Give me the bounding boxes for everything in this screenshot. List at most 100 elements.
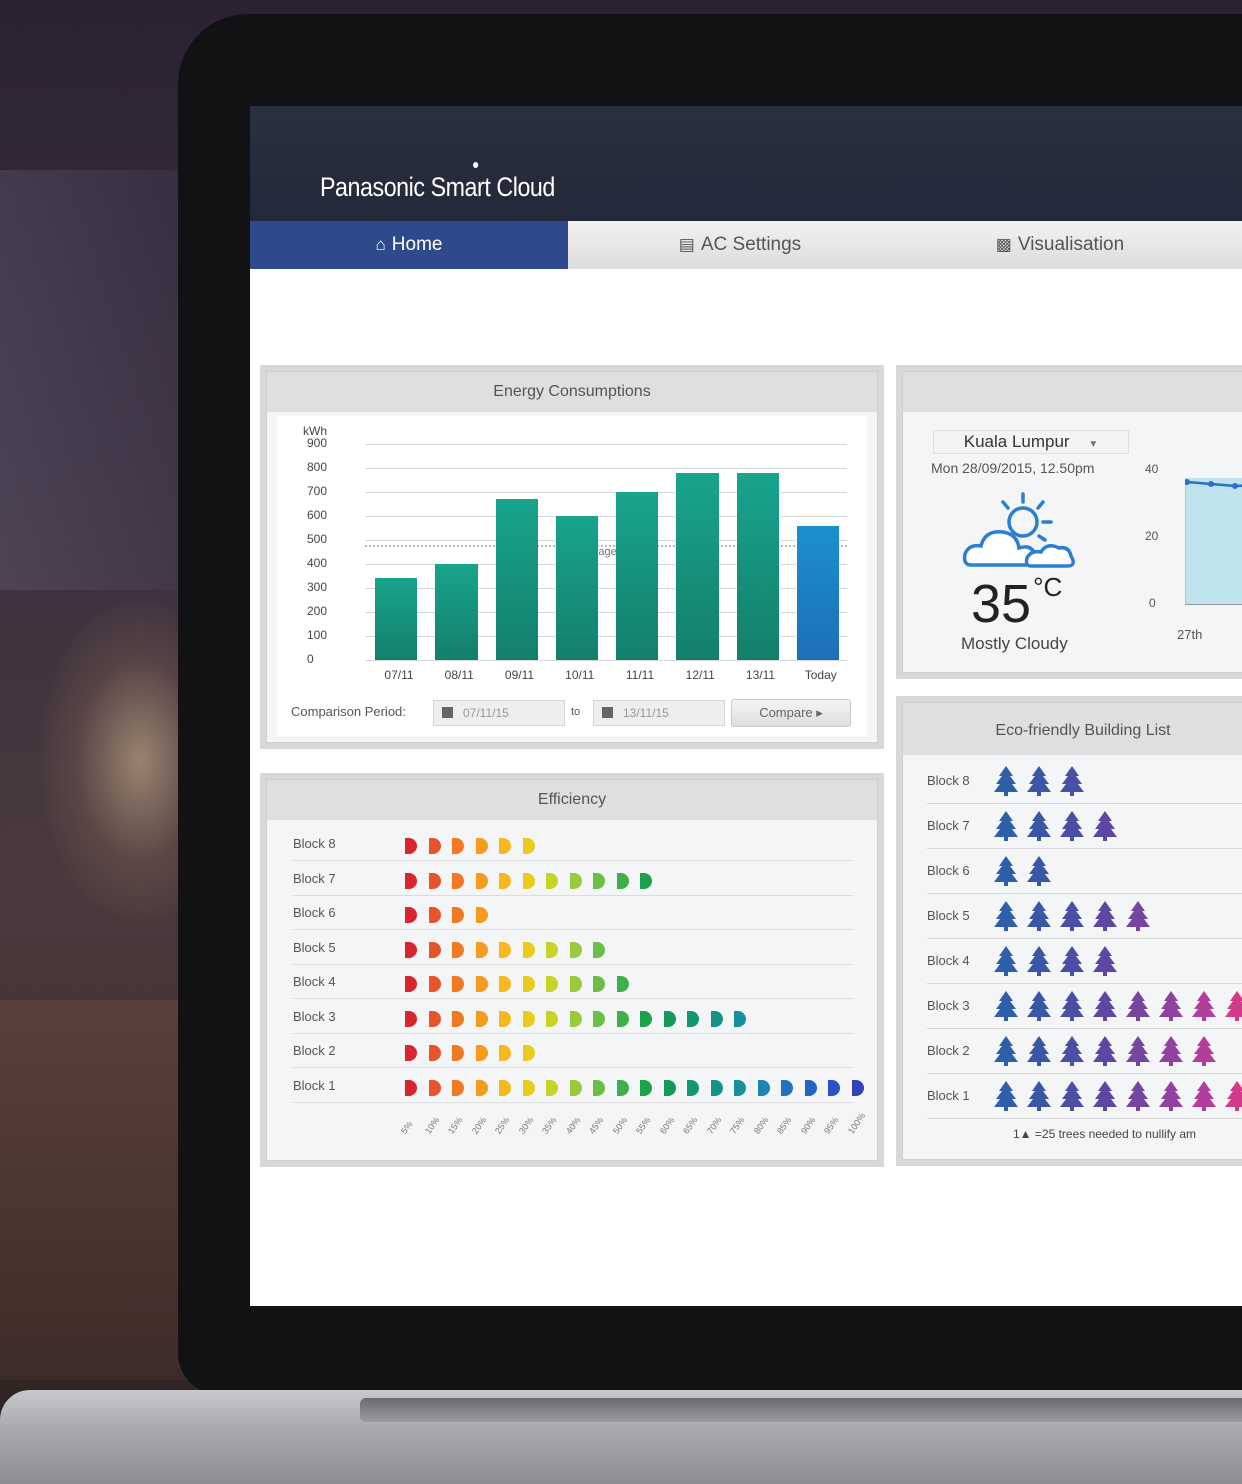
efficiency-row-label: Block 1 bbox=[293, 1077, 336, 1093]
tree-icon bbox=[1225, 991, 1242, 1021]
laptop-hinge bbox=[360, 1398, 1242, 1422]
efficiency-marker bbox=[616, 1010, 629, 1027]
efficiency-row-label: Block 7 bbox=[293, 870, 336, 886]
efficiency-row: Block 5 bbox=[293, 934, 853, 965]
eco-row-label: Block 7 bbox=[927, 818, 970, 833]
app-header: Panasonic Smart Cloud bbox=[250, 106, 1242, 221]
efficiency-row: Block 6 bbox=[293, 899, 853, 930]
weather-condition: Mostly Cloudy bbox=[961, 634, 1068, 653]
tree-icon bbox=[994, 946, 1018, 976]
copyright bbox=[1146, 1178, 1148, 1185]
tab-visualisation-label: Visualisation bbox=[1017, 234, 1125, 255]
efficiency-title: Efficiency bbox=[267, 780, 877, 820]
bar[interactable] bbox=[736, 472, 779, 660]
efficiency-marker bbox=[522, 1079, 535, 1096]
efficiency-marker bbox=[499, 941, 511, 958]
efficiency-marker bbox=[593, 976, 605, 992]
tree-icon bbox=[994, 811, 1018, 841]
date-to-field[interactable]: 13/11/15 bbox=[593, 700, 725, 726]
weather-trend-line bbox=[1185, 479, 1242, 489]
city-value: Kuala Lumpur bbox=[963, 432, 1070, 451]
efficiency-marker bbox=[499, 1045, 511, 1061]
efficiency-marker bbox=[452, 838, 464, 854]
weather-point bbox=[1208, 481, 1214, 487]
efficiency-marker bbox=[663, 1079, 676, 1096]
efficiency-marker bbox=[710, 1010, 723, 1027]
efficiency-tick-label: 85% bbox=[775, 1115, 794, 1136]
tree-icon bbox=[1159, 1036, 1183, 1066]
tree-icon bbox=[1060, 991, 1084, 1021]
bar[interactable] bbox=[555, 516, 598, 660]
eco-footnote: 1▲ =25 trees needed to nullify am bbox=[1013, 1127, 1196, 1141]
bar[interactable] bbox=[435, 564, 478, 660]
efficiency-marker bbox=[452, 872, 464, 889]
calendar-icon bbox=[602, 707, 613, 718]
temperature-value: 35 bbox=[971, 574, 1032, 634]
eco-row-label: Block 1 bbox=[927, 1088, 970, 1103]
efficiency-tick-label: 80% bbox=[751, 1115, 771, 1136]
efficiency-marker bbox=[475, 941, 488, 958]
tab-visualisation[interactable]: ▩ Visualisation bbox=[910, 221, 1210, 269]
eco-row-label: Block 4 bbox=[927, 953, 970, 968]
y-tick-label: 900 bbox=[307, 436, 328, 450]
bar[interactable] bbox=[375, 578, 418, 660]
laptop-screen: Panasonic Smart Cloud ⌂ Home ▤ AC Settin… bbox=[250, 106, 1242, 1306]
comparison-label: Comparison Period: bbox=[291, 704, 406, 719]
bar[interactable] bbox=[495, 499, 538, 660]
eco-row: Block 3 bbox=[927, 984, 1242, 1029]
weather-point bbox=[1185, 479, 1190, 485]
bar-today[interactable] bbox=[796, 525, 839, 660]
efficiency-marker bbox=[522, 941, 535, 958]
energy-panel: Energy Consumptions kWh 900 800 700 600 500 4… bbox=[266, 371, 878, 743]
tree-icon bbox=[1060, 811, 1084, 841]
efficiency-marker bbox=[734, 1010, 746, 1027]
efficiency-marker bbox=[593, 1079, 605, 1096]
compare-button[interactable]: Compare ▸ bbox=[731, 699, 851, 727]
efficiency-marker bbox=[569, 872, 582, 889]
efficiency-marker bbox=[687, 1079, 699, 1096]
tab-ac-settings[interactable]: ▤ AC Settings bbox=[590, 221, 890, 269]
home-icon: ⌂ bbox=[375, 235, 386, 254]
date-from-value: 07/11/15 bbox=[463, 706, 509, 720]
efficiency-tick-label: 55% bbox=[634, 1115, 653, 1136]
efficiency-marker bbox=[499, 872, 511, 889]
efficiency-marker bbox=[569, 976, 582, 992]
efficiency-marker bbox=[475, 1079, 488, 1096]
bar[interactable] bbox=[676, 472, 719, 660]
date-from-field[interactable]: 07/11/15 bbox=[433, 700, 565, 726]
efficiency-marker bbox=[452, 941, 464, 958]
weather-xtick: 27th bbox=[1177, 627, 1203, 642]
efficiency-tick-label: 75% bbox=[728, 1115, 747, 1136]
tree-icon bbox=[1027, 811, 1051, 841]
tree-icon bbox=[1027, 946, 1051, 976]
tree-icon bbox=[1027, 766, 1051, 796]
weather-ytick: 20 bbox=[1145, 529, 1159, 543]
eco-title: Eco-friendly Building List bbox=[903, 703, 1242, 755]
tab-home[interactable]: ⌂ Home bbox=[250, 221, 568, 269]
tree-icon bbox=[1060, 1081, 1084, 1111]
efficiency-marker bbox=[499, 976, 511, 992]
efficiency-tick-label: 35% bbox=[540, 1115, 559, 1136]
efficiency-tick-label: 10% bbox=[422, 1115, 442, 1136]
tree-icon bbox=[1093, 1081, 1117, 1111]
tree-icon bbox=[1093, 991, 1117, 1021]
weather-trend-area bbox=[1185, 478, 1242, 604]
efficiency-marker bbox=[499, 838, 511, 854]
efficiency-marker bbox=[475, 1010, 488, 1027]
efficiency-marker bbox=[475, 872, 488, 889]
efficiency-marker bbox=[804, 1079, 817, 1096]
efficiency-marker bbox=[546, 1079, 558, 1096]
brand-logo[interactable]: Panasonic Smart Cloud bbox=[320, 162, 555, 203]
bar[interactable] bbox=[616, 492, 659, 660]
tree-icon bbox=[1060, 1036, 1084, 1066]
efficiency-marker bbox=[569, 941, 582, 958]
efficiency-row-label: Block 6 bbox=[293, 905, 336, 920]
efficiency-tick-label: 15% bbox=[446, 1115, 465, 1136]
eco-row-label: Block 2 bbox=[927, 1043, 970, 1058]
city-select[interactable]: Kuala Lumpur ▼ bbox=[933, 430, 1129, 454]
y-tick-label: 400 bbox=[307, 556, 328, 570]
efficiency-marker bbox=[593, 941, 605, 958]
gridline bbox=[365, 660, 847, 661]
partly-cloudy-icon bbox=[962, 492, 1075, 568]
tree-icon bbox=[1192, 1036, 1216, 1066]
